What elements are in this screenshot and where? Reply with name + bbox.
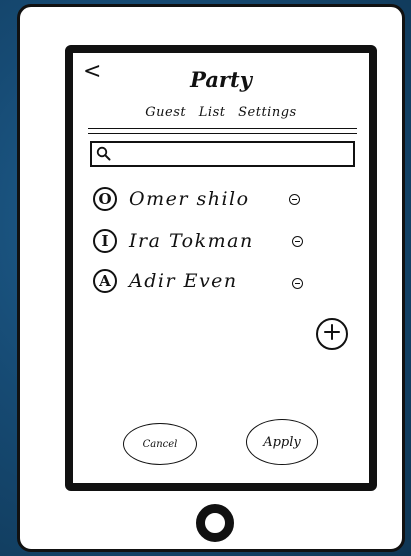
tab-bar: Guest List Settings — [73, 105, 369, 120]
avatar: I — [93, 229, 117, 253]
apply-button[interactable]: Apply — [246, 419, 318, 465]
minus-circle-icon[interactable] — [292, 236, 303, 247]
divider-bottom — [88, 133, 357, 134]
list-item: A Adir Even — [93, 266, 238, 296]
tablet-device: < Party Guest List Settings O Omer shilo… — [17, 4, 405, 552]
tab-list[interactable]: List — [199, 105, 226, 120]
guest-name: Ira Tokman — [129, 230, 254, 252]
app-screen: < Party Guest List Settings O Omer shilo… — [65, 45, 377, 491]
divider-top — [88, 128, 357, 129]
minus-circle-icon[interactable] — [289, 194, 300, 205]
list-item: I Ira Tokman — [93, 226, 254, 256]
plus-circle-icon — [323, 323, 341, 345]
tab-guest[interactable]: Guest — [145, 105, 186, 120]
avatar: A — [93, 269, 117, 293]
search-input[interactable] — [90, 141, 355, 167]
list-item: O Omer shilo — [93, 184, 250, 214]
page-title: Party — [190, 67, 252, 92]
minus-circle-icon[interactable] — [292, 278, 303, 289]
guest-name: Adir Even — [129, 270, 238, 292]
avatar: O — [93, 187, 117, 211]
cancel-button[interactable]: Cancel — [123, 423, 197, 465]
home-button-icon[interactable] — [196, 504, 234, 542]
search-icon — [96, 146, 112, 166]
tab-settings[interactable]: Settings — [238, 105, 297, 120]
guest-name: Omer shilo — [129, 188, 250, 210]
add-guest-button[interactable] — [316, 318, 348, 350]
